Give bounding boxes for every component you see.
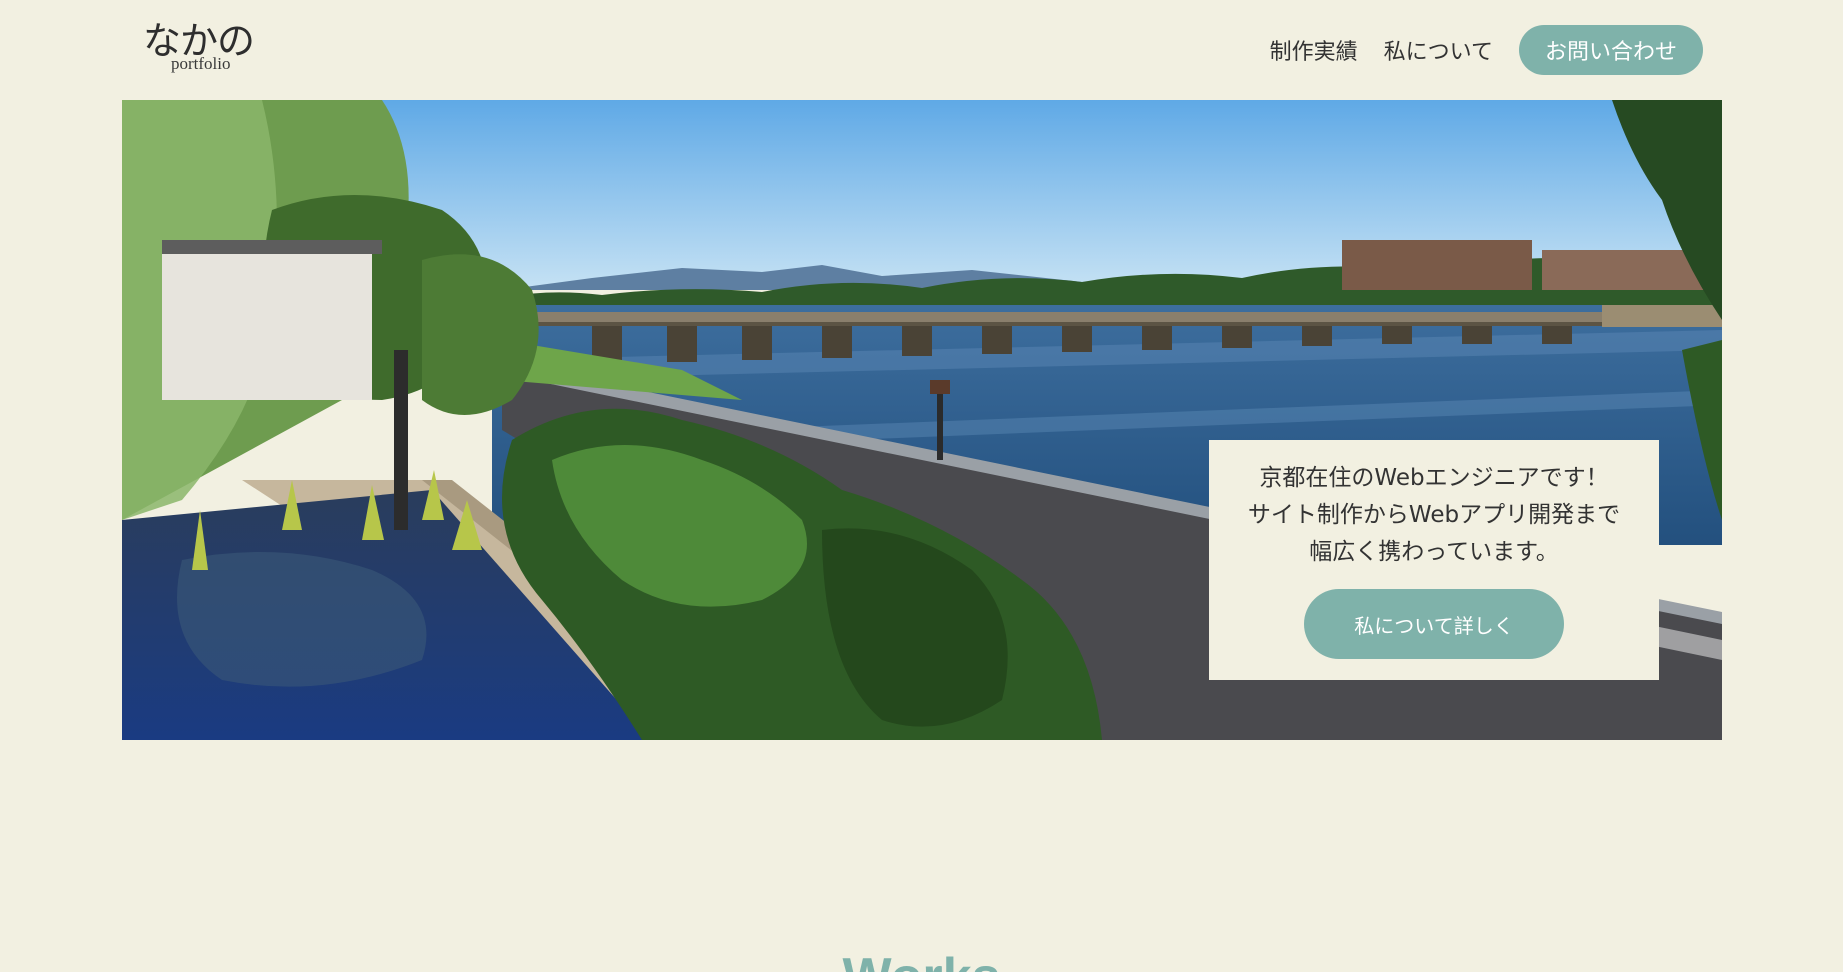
nav-link-about[interactable]: 私について (1384, 34, 1493, 66)
logo-subtext: portfolio (171, 54, 231, 73)
works-section-title: Works (0, 945, 1843, 972)
nav-link-works[interactable]: 制作実績 (1270, 34, 1358, 66)
contact-button[interactable]: お問い合わせ (1519, 25, 1703, 75)
page: なかの portfolio 制作実績 私について お問い合わせ 京都在住のWeb… (0, 0, 1843, 972)
hero-line-2: サイト制作からWebアプリ開発まで (1247, 502, 1621, 528)
hero-line-1: 京都在住のWebエンジニアです！ (1259, 465, 1609, 491)
hero-line-3: 幅広く携わっています。 (1309, 539, 1559, 565)
hero-section: 京都在住のWebエンジニアです！ サイト制作からWebアプリ開発まで 幅広く携わ… (122, 100, 1722, 740)
hero-intro-card: 京都在住のWebエンジニアです！ サイト制作からWebアプリ開発まで 幅広く携わ… (1209, 440, 1659, 680)
about-more-button[interactable]: 私について詳しく (1304, 589, 1564, 659)
main-nav: 制作実績 私について お問い合わせ (1270, 25, 1703, 75)
site-header: なかの portfolio 制作実績 私について お問い合わせ (0, 0, 1843, 100)
site-logo[interactable]: なかの portfolio (143, 18, 273, 78)
